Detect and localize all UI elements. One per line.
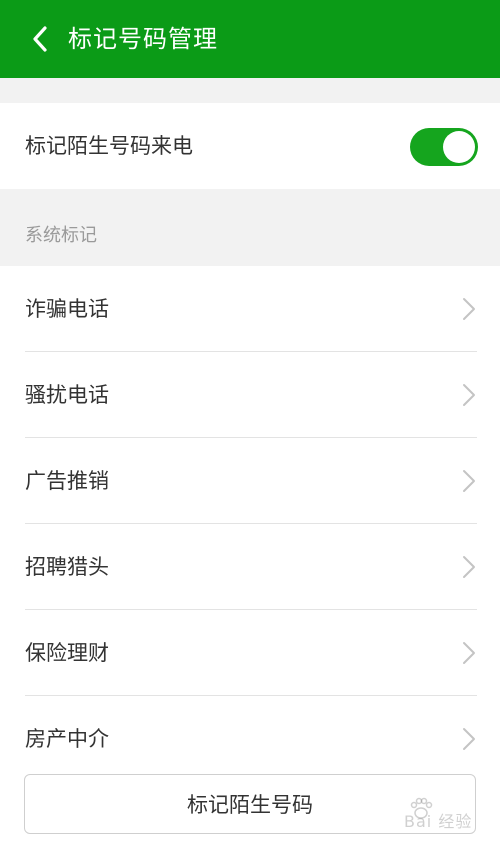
list-item-fraud[interactable]: 诈骗电话 xyxy=(0,266,500,352)
back-button[interactable] xyxy=(22,20,58,58)
list-item-label: 骚扰电话 xyxy=(25,383,109,407)
list-item-label: 招聘猎头 xyxy=(25,555,109,579)
mark-unknown-calls-switch[interactable] xyxy=(410,128,478,166)
list-item-insurance[interactable]: 保险理财 xyxy=(0,610,500,696)
chevron-left-icon xyxy=(33,26,47,52)
chevron-right-icon xyxy=(463,728,475,750)
list-item-label: 诈骗电话 xyxy=(25,297,109,321)
list-item-advertising[interactable]: 广告推销 xyxy=(0,438,500,524)
list-item-recruiting[interactable]: 招聘猎头 xyxy=(0,524,500,610)
switch-knob xyxy=(443,131,475,163)
section-label-system-marks: 系统标记 xyxy=(25,225,97,246)
top-spacer xyxy=(0,78,500,103)
chevron-right-icon xyxy=(463,384,475,406)
baidu-watermark: Bai 经验 xyxy=(378,796,496,846)
chevron-right-icon xyxy=(463,298,475,320)
chevron-right-icon xyxy=(463,470,475,492)
app-bar: 标记号码管理 xyxy=(0,0,500,78)
watermark-text: Bai 经验 xyxy=(404,812,473,831)
page-title: 标记号码管理 xyxy=(68,25,218,53)
chevron-right-icon xyxy=(463,642,475,664)
mark-category-list: 诈骗电话 骚扰电话 广告推销 招聘猎头 保险理财 房产中介 xyxy=(0,266,500,782)
mark-unknown-calls-label: 标记陌生号码来电 xyxy=(25,134,193,158)
chevron-right-icon xyxy=(463,556,475,578)
section-header: 系统标记 xyxy=(0,189,500,266)
list-item-label: 广告推销 xyxy=(25,469,109,493)
list-item-label: 保险理财 xyxy=(25,641,109,665)
list-item-harassment[interactable]: 骚扰电话 xyxy=(0,352,500,438)
